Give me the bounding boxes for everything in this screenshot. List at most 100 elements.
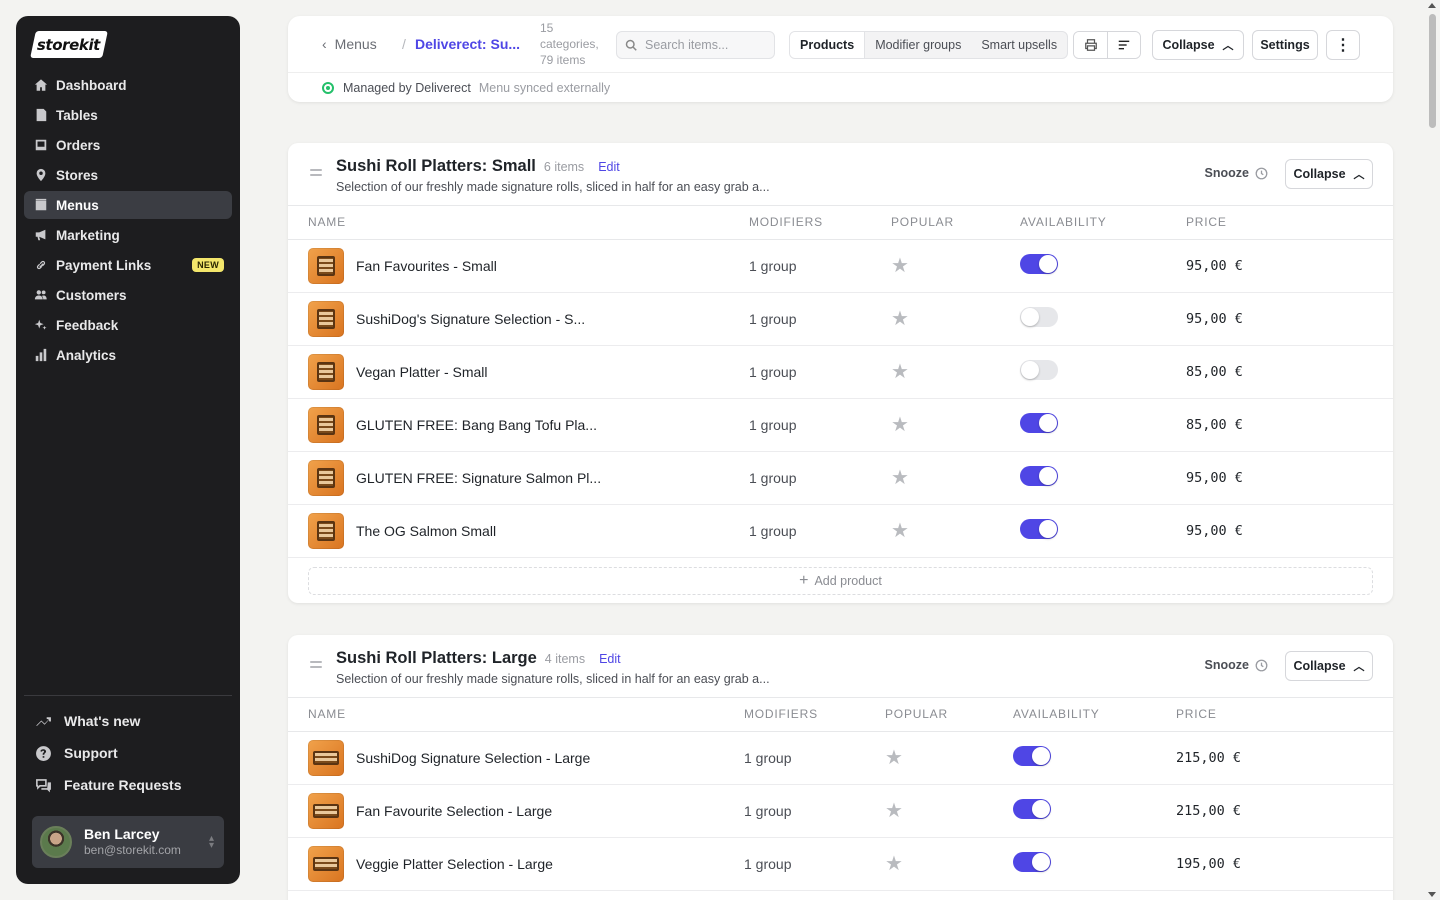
modifier-count[interactable]: 1 group: [744, 856, 791, 872]
table-row[interactable]: The OG Salmon Small 1 group ★ 95,00 €: [288, 504, 1393, 558]
edit-category-link[interactable]: Edit: [598, 160, 620, 174]
sidebar-item-tables[interactable]: Tables: [24, 101, 232, 129]
modifier-count[interactable]: 1 group: [749, 364, 796, 380]
snooze-button[interactable]: Snooze: [1205, 166, 1268, 180]
sidebar-item-label: Marketing: [56, 227, 120, 243]
sidebar-item-payment-links[interactable]: Payment Links NEW: [24, 251, 232, 279]
print-button[interactable]: [1074, 32, 1107, 58]
sidebar-item-support[interactable]: Support: [24, 738, 232, 768]
sidebar-item-customers[interactable]: Customers: [24, 281, 232, 309]
col-name[interactable]: NAME: [288, 206, 728, 240]
scroll-up-arrow-icon[interactable]: [1428, 3, 1436, 8]
availability-toggle[interactable]: [1020, 307, 1058, 327]
collapse-category-button[interactable]: Collapse ︿: [1285, 159, 1373, 189]
modifier-count[interactable]: 1 group: [744, 750, 791, 766]
drag-handle-icon[interactable]: [310, 661, 322, 671]
modifier-count[interactable]: 1 group: [749, 523, 796, 539]
availability-toggle[interactable]: [1020, 466, 1058, 486]
search-input[interactable]: [645, 38, 765, 52]
add-product-label: Add product: [814, 573, 882, 588]
drag-handle-icon[interactable]: [310, 169, 322, 179]
modifier-count[interactable]: 1 group: [744, 803, 791, 819]
scrollbar-thumb[interactable]: [1429, 14, 1436, 128]
availability-toggle[interactable]: [1013, 746, 1051, 766]
popular-star-icon[interactable]: ★: [891, 414, 909, 436]
search-box[interactable]: [616, 31, 775, 59]
page-scrollbar[interactable]: [1425, 0, 1440, 900]
modifier-count[interactable]: 1 group: [749, 311, 796, 327]
product-name[interactable]: SushiDog's Signature Selection - S...: [356, 311, 585, 327]
sidebar-item-orders[interactable]: Orders: [24, 131, 232, 159]
product-name[interactable]: The OG Salmon Small: [356, 523, 496, 539]
modifier-count[interactable]: 1 group: [749, 258, 796, 274]
menu-title[interactable]: Deliverect: Su...: [415, 36, 520, 52]
collapse-category-button[interactable]: Collapse ︿: [1285, 651, 1373, 681]
popular-star-icon[interactable]: ★: [885, 800, 903, 822]
col-price[interactable]: PRICE: [1165, 206, 1393, 240]
tab-smart-upsells[interactable]: Smart upsells: [971, 32, 1067, 58]
table-row[interactable]: Fan Favourites - Small 1 group ★ 95,00 €: [288, 239, 1393, 293]
sync-status: Managed by Deliverect Menu synced extern…: [322, 81, 610, 95]
scroll-down-arrow-icon[interactable]: [1428, 892, 1436, 897]
sidebar-item-marketing[interactable]: Marketing: [24, 221, 232, 249]
user-menu[interactable]: Ben Larcey ben@storekit.com ▴ ▾: [32, 816, 224, 868]
availability-toggle[interactable]: [1020, 254, 1058, 274]
availability-toggle[interactable]: [1020, 413, 1058, 433]
snooze-button[interactable]: Snooze: [1205, 658, 1268, 672]
availability-toggle[interactable]: [1013, 799, 1051, 819]
sort-button[interactable]: [1107, 32, 1140, 58]
product-name[interactable]: GLUTEN FREE: Bang Bang Tofu Pla...: [356, 417, 597, 433]
more-vertical-icon: ⋮: [1335, 37, 1351, 54]
more-options-button[interactable]: ⋮: [1326, 30, 1360, 60]
sidebar-item-feature-requests[interactable]: Feature Requests: [24, 770, 232, 800]
product-name[interactable]: SushiDog Signature Selection - Large: [356, 750, 590, 766]
popular-star-icon[interactable]: ★: [891, 520, 909, 542]
availability-toggle[interactable]: [1013, 852, 1051, 872]
megaphone-icon: [34, 228, 48, 242]
products-table: NAME MODIFIERS POPULAR AVAILABILITY PRIC…: [288, 206, 1393, 558]
popular-star-icon[interactable]: ★: [891, 467, 909, 489]
collapse-all-button[interactable]: Collapse ︿: [1152, 30, 1244, 60]
modifier-count[interactable]: 1 group: [749, 417, 796, 433]
col-availability: AVAILABILITY: [992, 698, 1155, 732]
product-name[interactable]: Fan Favourites - Small: [356, 258, 497, 274]
add-product-button[interactable]: + Add product: [308, 566, 1373, 595]
edit-category-link[interactable]: Edit: [599, 652, 621, 666]
category-description: Selection of our freshly made signature …: [336, 180, 770, 194]
table-row[interactable]: Veggie Platter Selection - Large 1 group ★…: [288, 837, 1393, 891]
modifier-count[interactable]: 1 group: [749, 470, 796, 486]
table-row[interactable]: GLUTEN FREE: Bang Bang Tofu Pla... 1 grou…: [288, 398, 1393, 452]
col-price[interactable]: PRICE: [1155, 698, 1393, 732]
deliverect-icon: [322, 82, 334, 94]
product-name[interactable]: Fan Favourite Selection - Large: [356, 803, 552, 819]
sidebar-item-whats-new[interactable]: What's new: [24, 706, 232, 736]
sidebar-item-menus[interactable]: Menus: [24, 191, 232, 219]
table-row[interactable]: SushiDog's Signature Selection - S... 1 g…: [288, 292, 1393, 346]
col-name[interactable]: NAME: [288, 698, 723, 732]
popular-star-icon[interactable]: ★: [891, 255, 909, 277]
storekit-logo[interactable]: storekit: [30, 31, 108, 58]
table-row[interactable]: SushiDog Signature Selection - Large 1 gr…: [288, 731, 1393, 785]
table-row[interactable]: Fan Favourite Selection - Large 1 group ★ 2…: [288, 784, 1393, 838]
table-row[interactable]: GLUTEN FREE: Signature Salmon Pl... 1 gro…: [288, 451, 1393, 505]
sidebar-item-feedback[interactable]: Feedback: [24, 311, 232, 339]
tab-products[interactable]: Products: [790, 32, 866, 58]
product-name[interactable]: Vegan Platter - Small: [356, 364, 488, 380]
sidebar-item-analytics[interactable]: Analytics: [24, 341, 232, 369]
sidebar-item-stores[interactable]: Stores: [24, 161, 232, 189]
product-name[interactable]: GLUTEN FREE: Signature Salmon Pl...: [356, 470, 601, 486]
sidebar-item-label: Support: [64, 745, 118, 761]
availability-toggle[interactable]: [1020, 519, 1058, 539]
availability-toggle[interactable]: [1020, 360, 1058, 380]
sidebar-item-dashboard[interactable]: Dashboard: [24, 71, 232, 99]
product-name[interactable]: Veggie Platter Selection - Large: [356, 856, 553, 872]
back-to-menus-link[interactable]: ‹ Menus: [322, 36, 377, 52]
tab-modifier-groups[interactable]: Modifier groups: [865, 32, 971, 58]
sidebar-nav: Dashboard Tables Orders Stores Menus Mar…: [24, 71, 232, 371]
popular-star-icon[interactable]: ★: [885, 853, 903, 875]
popular-star-icon[interactable]: ★: [891, 308, 909, 330]
popular-star-icon[interactable]: ★: [885, 747, 903, 769]
table-row[interactable]: Vegan Platter - Small 1 group ★ 85,00 €: [288, 345, 1393, 399]
popular-star-icon[interactable]: ★: [891, 361, 909, 383]
settings-button[interactable]: Settings: [1252, 30, 1318, 60]
